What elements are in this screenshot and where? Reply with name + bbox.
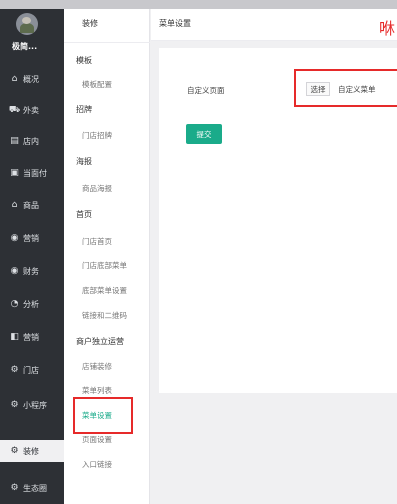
nav-item-label: 门店	[23, 365, 39, 375]
nav-item-label: 店内	[23, 136, 39, 146]
delivery-icon: ⛟	[8, 104, 21, 115]
promo-icon: ◧	[10, 331, 19, 342]
select-button[interactable]: 选择	[306, 82, 330, 96]
nav-item-label: 营销	[23, 332, 39, 342]
group-title-poster: 海报	[76, 157, 92, 166]
pay-icon: ▣	[10, 167, 19, 178]
nav-item-label: 财务	[23, 266, 39, 276]
nav-item-label: 外卖	[23, 105, 39, 115]
nav-item-products[interactable]: ⌂ 商品	[0, 194, 64, 216]
page-header: 菜单设置 咻	[151, 9, 397, 41]
submenu-item-product-poster[interactable]: 商品海报	[82, 183, 112, 194]
marketing-icon: ◉	[10, 232, 19, 243]
submenu-item-page-settings[interactable]: 页面设置	[82, 434, 112, 445]
submenu-title: 装修	[82, 19, 98, 28]
group-title-independent: 商户独立运营	[76, 337, 124, 346]
shop-icon: ⌂	[11, 199, 18, 210]
miniprogram-icon: ⚙	[10, 399, 19, 410]
divider	[64, 42, 150, 43]
submenu-item-template-config[interactable]: 模板配置	[82, 79, 112, 90]
submenu-item-entry-link[interactable]: 入口链接	[82, 459, 112, 470]
custom-page-control: 选择 自定义菜单	[294, 69, 397, 107]
selected-value: 自定义菜单	[338, 85, 376, 94]
submenu-item-menu-list[interactable]: 菜单列表	[82, 385, 112, 396]
nav-item-marketing[interactable]: ◉ 营销	[0, 227, 64, 249]
ecosystem-icon: ⚙	[10, 482, 19, 493]
nav-item-miniprogram[interactable]: ⚙ 小程序	[0, 394, 64, 416]
nav-item-analytics[interactable]: ◔ 分析	[0, 293, 64, 315]
nav-item-label: 装修	[23, 446, 39, 456]
submenu-item-bottom-menu-settings[interactable]: 底部菜单设置	[82, 285, 127, 296]
menu-settings-highlight	[73, 397, 133, 434]
group-title-homepage: 首页	[76, 210, 92, 219]
nav-item-promotion[interactable]: ◧ 营销	[0, 326, 64, 348]
nav-item-delivery[interactable]: ⛟ 外卖	[0, 99, 64, 121]
nav-item-stores[interactable]: ⚙ 门店	[0, 359, 64, 381]
settings-card: 自定义页面 选择 自定义菜单 提交	[159, 48, 397, 393]
finance-icon: ◉	[10, 265, 19, 276]
main-sidebar: 极简... ⌂ 概况 ⛟ 外卖 ▤ 店内 ▣ 当面付 ⌂ 商品 ◉ 营销 ◉ 财…	[0, 9, 64, 504]
shop-avatar[interactable]	[16, 13, 38, 35]
nav-item-label: 概况	[23, 74, 39, 84]
submenu-item-store-home[interactable]: 门店首页	[82, 236, 112, 247]
home-icon: ⌂	[11, 73, 18, 84]
nav-item-label: 商品	[23, 200, 39, 210]
nav-item-ecosystem[interactable]: ⚙ 生态圈	[0, 477, 64, 499]
page-title: 菜单设置	[159, 19, 191, 28]
nav-item-finance[interactable]: ◉ 财务	[0, 260, 64, 282]
custom-page-label: 自定义页面	[187, 86, 225, 95]
submenu-item-store-signboard[interactable]: 门店招牌	[82, 130, 112, 141]
nav-item-label: 营销	[23, 233, 39, 243]
chart-icon: ◔	[10, 298, 19, 309]
submenu-item-shop-decorate[interactable]: 店铺装修	[82, 361, 112, 372]
group-title-template: 模板	[76, 56, 92, 65]
nav-item-dine-in[interactable]: ▤ 店内	[0, 130, 64, 152]
nav-item-decorate[interactable]: ⚙ 装修	[0, 440, 64, 462]
annotation-text: 咻	[379, 19, 396, 38]
submenu-item-store-bottom-menu[interactable]: 门店底部菜单	[82, 260, 127, 271]
top-bar	[0, 0, 397, 9]
nav-item-overview[interactable]: ⌂ 概况	[0, 68, 64, 90]
submit-button[interactable]: 提交	[186, 124, 222, 144]
location-icon: ⚙	[10, 364, 19, 375]
store-icon: ▤	[10, 135, 19, 146]
decorate-icon: ⚙	[10, 445, 19, 456]
nav-item-label: 生态圈	[23, 483, 47, 493]
nav-item-label: 小程序	[23, 400, 47, 410]
nav-item-label: 分析	[23, 299, 39, 309]
shop-name[interactable]: 极简...	[12, 41, 37, 52]
nav-item-face-pay[interactable]: ▣ 当面付	[0, 162, 64, 184]
nav-item-label: 当面付	[23, 168, 47, 178]
group-title-signboard: 招牌	[76, 105, 92, 114]
submenu-item-links-qrcode[interactable]: 链接和二维码	[82, 310, 127, 321]
